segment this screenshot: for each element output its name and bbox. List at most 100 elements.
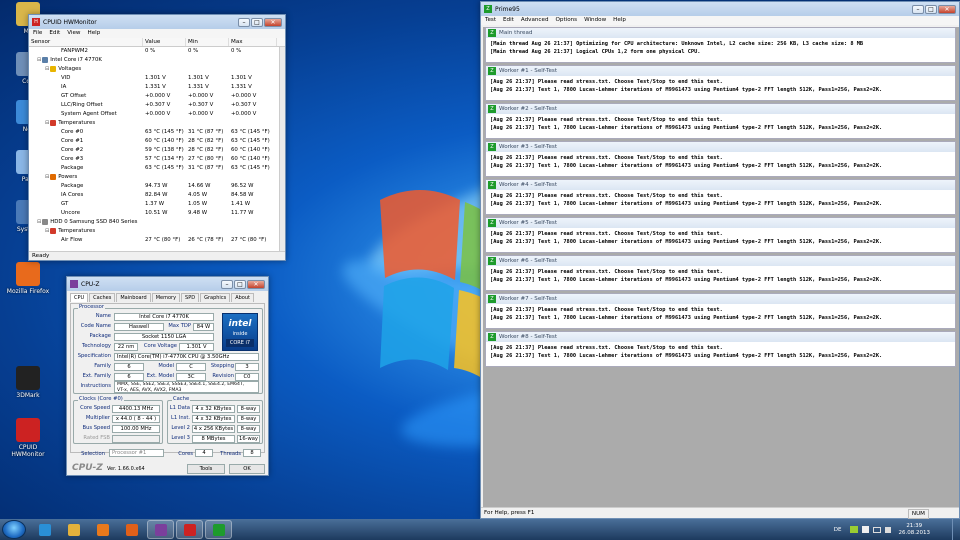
sensor-row[interactable]: GT 1.37 W 1.05 W 1.41 W — [29, 200, 285, 209]
worker-window[interactable]: Z Worker #7 - Self-Test [Aug 26 21:37] Ple… — [485, 293, 956, 329]
column-max[interactable]: Max — [229, 38, 277, 46]
cpuz-tab-about[interactable]: About — [231, 293, 254, 302]
sensor-row[interactable]: Core #3 57 °C (134 °F) 27 °C (80 °F) 60 °C … — [29, 155, 285, 164]
prime95-menu-help[interactable]: Help — [613, 16, 626, 25]
monitor-icon[interactable] — [872, 526, 881, 533]
network-icon[interactable] — [849, 526, 858, 533]
worker-window[interactable]: Z Worker #8 - Self-Test [Aug 26 21:37] Ple… — [485, 331, 956, 367]
cpuz-tab-spd[interactable]: SPD — [181, 293, 200, 302]
expand-toggle-icon[interactable]: ⊟ — [45, 66, 49, 72]
worker-window-titlebar[interactable]: Z Worker #8 - Self-Test — [486, 332, 955, 342]
cpuz-tab-mainboard[interactable]: Mainboard — [116, 293, 151, 302]
sensor-row[interactable]: ⊟ HDD 0 Samsung SSD 840 Series — [29, 218, 285, 227]
worker-window-titlebar[interactable]: Z Worker #1 - Self-Test — [486, 66, 955, 76]
expand-toggle-icon[interactable]: ⊟ — [37, 57, 41, 63]
prime95-maximize-button[interactable]: □ — [925, 4, 937, 14]
sensor-tree-scrollbar[interactable] — [279, 47, 285, 251]
taskbar-button[interactable] — [176, 520, 203, 539]
worker-window-titlebar[interactable]: Z Worker #2 - Self-Test — [486, 104, 955, 114]
cpuz-tab-memory[interactable]: Memory — [151, 293, 181, 302]
sensor-row[interactable]: ⊟ Intel Core i7 4770K — [29, 56, 285, 65]
sensor-row[interactable]: Core #0 63 °C (145 °F) 31 °C (87 °F) 63 °C … — [29, 128, 285, 137]
maximize-button[interactable]: □ — [251, 17, 263, 27]
expand-toggle-icon[interactable]: ⊟ — [45, 174, 49, 180]
sensor-row[interactable]: Core #2 59 °C (138 °F) 28 °C (82 °F) 60 °C … — [29, 146, 285, 155]
menu-help[interactable]: Help — [88, 29, 101, 38]
taskbar-button[interactable] — [60, 520, 87, 539]
minimize-button[interactable]: – — [238, 17, 250, 27]
column-sensor[interactable]: Sensor — [29, 38, 143, 46]
desktop-icon-6[interactable]: 3DMark — [6, 366, 50, 399]
expand-toggle-icon[interactable]: ⊟ — [45, 120, 49, 126]
cpuz-tab-caches[interactable]: Caches — [89, 293, 116, 302]
taskbar-button[interactable] — [89, 520, 116, 539]
sensor-row[interactable]: Package 63 °C (145 °F) 31 °C (87 °F) 63 °C … — [29, 164, 285, 173]
menu-file[interactable]: File — [33, 29, 42, 38]
cpuz-tab-graphics[interactable]: Graphics — [200, 293, 231, 302]
cpuz-tab-cpu[interactable]: CPU — [70, 293, 89, 302]
start-button[interactable] — [2, 520, 26, 539]
worker-window-titlebar[interactable]: Z Main thread — [486, 28, 955, 38]
menu-view[interactable]: View — [67, 29, 80, 38]
worker-window-titlebar[interactable]: Z Worker #6 - Self-Test — [486, 256, 955, 266]
expand-toggle-icon[interactable]: ⊟ — [45, 228, 49, 234]
worker-window[interactable]: Z Worker #5 - Self-Test [Aug 26 21:37] Ple… — [485, 217, 956, 253]
desktop-icon-7[interactable]: CPUID HWMonitor — [6, 418, 50, 458]
speaker-icon[interactable] — [884, 526, 891, 533]
cpuz-close-button[interactable]: ✕ — [247, 279, 265, 289]
column-value[interactable]: Value — [143, 38, 186, 46]
expand-toggle-icon[interactable]: ⊟ — [37, 219, 41, 225]
sensor-row[interactable]: ⊟ Temperatures — [29, 119, 285, 128]
sensor-row[interactable]: LLC/Ring Offset +0.307 V +0.307 V +0.307 V — [29, 101, 285, 110]
worker-window[interactable]: Z Worker #3 - Self-Test [Aug 26 21:37] Ple… — [485, 141, 956, 177]
sensor-row[interactable]: Package 94.73 W 14.66 W 96.52 W — [29, 182, 285, 191]
sensor-row[interactable]: System Agent Offset +0.000 V +0.000 V +0.00… — [29, 110, 285, 119]
column-min[interactable]: Min — [186, 38, 229, 46]
sensor-row[interactable]: GT Offset +0.000 V +0.000 V +0.000 V — [29, 92, 285, 101]
clock[interactable]: 21:39 26.08.2013 — [899, 523, 931, 537]
taskbar-button[interactable] — [118, 520, 145, 539]
processor-select[interactable]: Processor #1 — [109, 449, 164, 457]
cpuz-maximize-button[interactable]: □ — [234, 279, 246, 289]
sensor-row[interactable]: ⊟ Temperatures — [29, 227, 285, 236]
sensor-row[interactable]: IA Cores 82.84 W 4.05 W 84.58 W — [29, 191, 285, 200]
prime95-menu-options[interactable]: Options — [556, 16, 578, 25]
ok-button[interactable]: OK — [229, 464, 265, 474]
show-desktop-button[interactable] — [952, 519, 960, 540]
hwmonitor-titlebar[interactable]: H CPUID HWMonitor – □ ✕ — [29, 15, 285, 29]
cpuz-window[interactable]: CPU-Z – □ ✕ CPU Caches Mainboard Memory SPD G… — [66, 276, 269, 476]
sensor-row[interactable]: Uncore 10.51 W 9.48 W 11.77 W — [29, 209, 285, 218]
taskbar-button[interactable] — [147, 520, 174, 539]
main-thread-window[interactable]: Z Main thread [Main thread Aug 26 21:37] O… — [485, 27, 956, 63]
cpuz-minimize-button[interactable]: – — [221, 279, 233, 289]
worker-window-titlebar[interactable]: Z Worker #5 - Self-Test — [486, 218, 955, 228]
flag-icon[interactable] — [861, 526, 869, 533]
sensor-row[interactable]: ⊟ Powers — [29, 173, 285, 182]
prime95-menu-edit[interactable]: Edit — [503, 16, 514, 25]
hwmonitor-window[interactable]: H CPUID HWMonitor – □ ✕ File Edit View H… — [28, 14, 286, 261]
language-indicator[interactable]: DE — [834, 527, 842, 533]
taskbar-button[interactable] — [205, 520, 232, 539]
worker-window[interactable]: Z Worker #4 - Self-Test [Aug 26 21:37] Ple… — [485, 179, 956, 215]
worker-window[interactable]: Z Worker #2 - Self-Test [Aug 26 21:37] Ple… — [485, 103, 956, 139]
sensor-row[interactable]: IA 1.331 V 1.331 V 1.331 V — [29, 83, 285, 92]
desktop-icon-5[interactable]: Mozilla Firefox — [6, 262, 50, 295]
prime95-menu-advanced[interactable]: Advanced — [521, 16, 549, 25]
sensor-tree[interactable]: FANPWM2 0 % 0 % 0 % ⊟ Intel Core i7 4770K ⊟ Vol… — [29, 47, 285, 251]
prime95-minimize-button[interactable]: – — [912, 4, 924, 14]
taskbar-button[interactable] — [31, 520, 58, 539]
sensor-row[interactable]: VID 1.301 V 1.301 V 1.301 V — [29, 74, 285, 83]
prime95-window[interactable]: Z Prime95 – □ ✕ Test Edit Advanced Options W… — [480, 1, 960, 519]
menu-edit[interactable]: Edit — [49, 29, 60, 38]
sensor-row[interactable]: ⊟ Voltages — [29, 65, 285, 74]
worker-window-titlebar[interactable]: Z Worker #7 - Self-Test — [486, 294, 955, 304]
sensor-row[interactable]: FANPWM2 0 % 0 % 0 % — [29, 47, 285, 56]
prime95-menu-window[interactable]: Window — [584, 16, 606, 25]
prime95-menu-test[interactable]: Test — [485, 16, 496, 25]
tools-button[interactable]: Tools — [187, 464, 225, 474]
sensor-row[interactable]: Core #1 60 °C (140 °F) 28 °C (82 °F) 63 °C … — [29, 137, 285, 146]
worker-window[interactable]: Z Worker #6 - Self-Test [Aug 26 21:37] Ple… — [485, 255, 956, 291]
prime95-close-button[interactable]: ✕ — [938, 4, 956, 14]
prime95-titlebar[interactable]: Z Prime95 – □ ✕ — [481, 2, 959, 16]
cpuz-titlebar[interactable]: CPU-Z – □ ✕ — [67, 277, 268, 291]
